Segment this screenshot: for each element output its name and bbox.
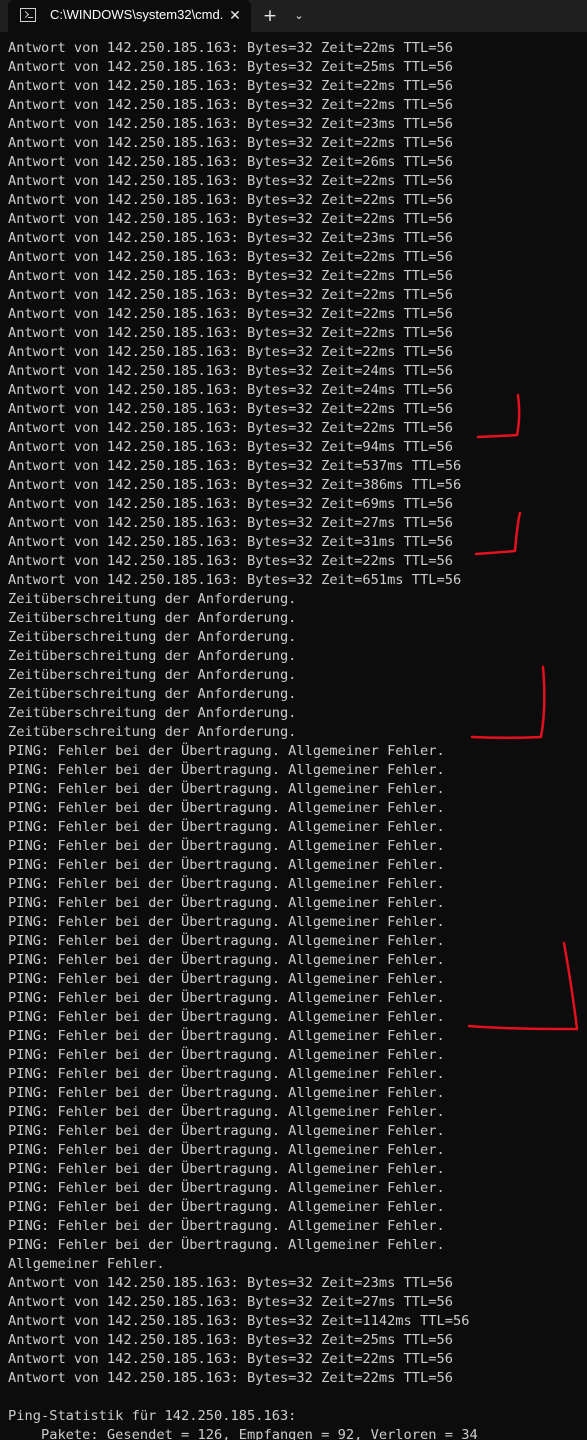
console-output[interactable]: Antwort von 142.250.185.163: Bytes=32 Ze…: [8, 39, 583, 1440]
console-line: Antwort von 142.250.185.163: Bytes=32 Ze…: [8, 496, 453, 512]
console-line: Antwort von 142.250.185.163: Bytes=32 Ze…: [8, 534, 453, 550]
console-line: Antwort von 142.250.185.163: Bytes=32 Ze…: [8, 135, 453, 151]
console-line: Antwort von 142.250.185.163: Bytes=32 Ze…: [8, 249, 453, 265]
console-line: PING: Fehler bei der Übertragung. Allgem…: [8, 762, 445, 778]
console-line: PING: Fehler bei der Übertragung. Allgem…: [8, 952, 445, 968]
console-line: PING: Fehler bei der Übertragung. Allgem…: [8, 1009, 445, 1025]
console-line: Antwort von 142.250.185.163: Bytes=32 Ze…: [8, 515, 453, 531]
console-line: Antwort von 142.250.185.163: Bytes=32 Ze…: [8, 553, 453, 569]
close-icon[interactable]: ✕: [225, 6, 245, 26]
cmd-console-icon: [20, 8, 36, 22]
console-line: Pakete: Gesendet = 126, Empfangen = 92, …: [8, 1427, 478, 1440]
console-line: Ping-Statistik für 142.250.185.163:: [8, 1408, 297, 1424]
console-line: PING: Fehler bei der Übertragung. Allgem…: [8, 1047, 445, 1063]
title-bar: C:\WINDOWS\system32\cmd. ✕ + ⌄: [0, 0, 587, 32]
console-line: Antwort von 142.250.185.163: Bytes=32 Ze…: [8, 154, 453, 170]
console-line: Zeitüberschreitung der Anforderung.: [8, 686, 297, 702]
console-line: Antwort von 142.250.185.163: Bytes=32 Ze…: [8, 363, 453, 379]
console-line: PING: Fehler bei der Übertragung. Allgem…: [8, 1237, 445, 1253]
console-line: PING: Fehler bei der Übertragung. Allgem…: [8, 990, 445, 1006]
console-line: Antwort von 142.250.185.163: Bytes=32 Ze…: [8, 1332, 453, 1348]
console-line: Zeitüberschreitung der Anforderung.: [8, 629, 297, 645]
console-line: Zeitüberschreitung der Anforderung.: [8, 667, 297, 683]
console-line: Antwort von 142.250.185.163: Bytes=32 Ze…: [8, 458, 462, 474]
console-line: PING: Fehler bei der Übertragung. Allgem…: [8, 838, 445, 854]
console-line: Zeitüberschreitung der Anforderung.: [8, 648, 297, 664]
console-line: PING: Fehler bei der Übertragung. Allgem…: [8, 933, 445, 949]
console-line: Antwort von 142.250.185.163: Bytes=32 Ze…: [8, 344, 453, 360]
console-line: Antwort von 142.250.185.163: Bytes=32 Ze…: [8, 382, 453, 398]
console-line: PING: Fehler bei der Übertragung. Allgem…: [8, 1218, 445, 1234]
console-line: PING: Fehler bei der Übertragung. Allgem…: [8, 895, 445, 911]
console-line: PING: Fehler bei der Übertragung. Allgem…: [8, 1142, 445, 1158]
console-line: PING: Fehler bei der Übertragung. Allgem…: [8, 1161, 445, 1177]
console-line: Antwort von 142.250.185.163: Bytes=32 Ze…: [8, 1294, 453, 1310]
console-line: Antwort von 142.250.185.163: Bytes=32 Ze…: [8, 401, 453, 417]
console-line: PING: Fehler bei der Übertragung. Allgem…: [8, 1085, 445, 1101]
console-line: Antwort von 142.250.185.163: Bytes=32 Ze…: [8, 116, 453, 132]
console-line: Antwort von 142.250.185.163: Bytes=32 Ze…: [8, 59, 453, 75]
console-line: PING: Fehler bei der Übertragung. Allgem…: [8, 1066, 445, 1082]
console-line: PING: Fehler bei der Übertragung. Allgem…: [8, 914, 445, 930]
tab-title: C:\WINDOWS\system32\cmd.: [50, 7, 224, 22]
console-line: PING: Fehler bei der Übertragung. Allgem…: [8, 781, 445, 797]
console-line: Antwort von 142.250.185.163: Bytes=32 Ze…: [8, 477, 462, 493]
console-line: Antwort von 142.250.185.163: Bytes=32 Ze…: [8, 173, 453, 189]
console-line: Antwort von 142.250.185.163: Bytes=32 Ze…: [8, 78, 453, 94]
console-line: Zeitüberschreitung der Anforderung.: [8, 610, 297, 626]
console-line: PING: Fehler bei der Übertragung. Allgem…: [8, 743, 445, 759]
console-line: Zeitüberschreitung der Anforderung.: [8, 705, 297, 721]
console-line: Antwort von 142.250.185.163: Bytes=32 Ze…: [8, 287, 453, 303]
plus-icon[interactable]: +: [260, 6, 280, 26]
console-line: PING: Fehler bei der Übertragung. Allgem…: [8, 1028, 445, 1044]
console-line: PING: Fehler bei der Übertragung. Allgem…: [8, 819, 445, 835]
console-line: PING: Fehler bei der Übertragung. Allgem…: [8, 1180, 445, 1196]
console-line: Zeitüberschreitung der Anforderung.: [8, 724, 297, 740]
console-line: Allgemeiner Fehler.: [8, 1256, 165, 1272]
console-line: PING: Fehler bei der Übertragung. Allgem…: [8, 1123, 445, 1139]
console-line: Antwort von 142.250.185.163: Bytes=32 Ze…: [8, 325, 453, 341]
console-line: Antwort von 142.250.185.163: Bytes=32 Ze…: [8, 230, 453, 246]
console-line: Antwort von 142.250.185.163: Bytes=32 Ze…: [8, 439, 453, 455]
console-line: Antwort von 142.250.185.163: Bytes=32 Ze…: [8, 1370, 453, 1386]
console-line: Antwort von 142.250.185.163: Bytes=32 Ze…: [8, 211, 453, 227]
tab-cmd[interactable]: C:\WINDOWS\system32\cmd. ✕: [8, 0, 251, 32]
console-line: Antwort von 142.250.185.163: Bytes=32 Ze…: [8, 1351, 453, 1367]
console-line: PING: Fehler bei der Übertragung. Allgem…: [8, 876, 445, 892]
console-line: Antwort von 142.250.185.163: Bytes=32 Ze…: [8, 97, 453, 113]
console-line: Antwort von 142.250.185.163: Bytes=32 Ze…: [8, 1313, 470, 1329]
console-line: Antwort von 142.250.185.163: Bytes=32 Ze…: [8, 420, 453, 436]
console-line: PING: Fehler bei der Übertragung. Allgem…: [8, 1199, 445, 1215]
chevron-down-icon[interactable]: ⌄: [290, 6, 308, 26]
console-line: PING: Fehler bei der Übertragung. Allgem…: [8, 857, 445, 873]
console-line: Antwort von 142.250.185.163: Bytes=32 Ze…: [8, 268, 453, 284]
console-line: Antwort von 142.250.185.163: Bytes=32 Ze…: [8, 572, 462, 588]
console-line: Antwort von 142.250.185.163: Bytes=32 Ze…: [8, 40, 453, 56]
console-line: PING: Fehler bei der Übertragung. Allgem…: [8, 1104, 445, 1120]
console-line: Zeitüberschreitung der Anforderung.: [8, 591, 297, 607]
console-line: Antwort von 142.250.185.163: Bytes=32 Ze…: [8, 192, 453, 208]
console-line: Antwort von 142.250.185.163: Bytes=32 Ze…: [8, 1275, 453, 1291]
console-line: PING: Fehler bei der Übertragung. Allgem…: [8, 800, 445, 816]
console-line: Antwort von 142.250.185.163: Bytes=32 Ze…: [8, 306, 453, 322]
console-line: PING: Fehler bei der Übertragung. Allgem…: [8, 971, 445, 987]
